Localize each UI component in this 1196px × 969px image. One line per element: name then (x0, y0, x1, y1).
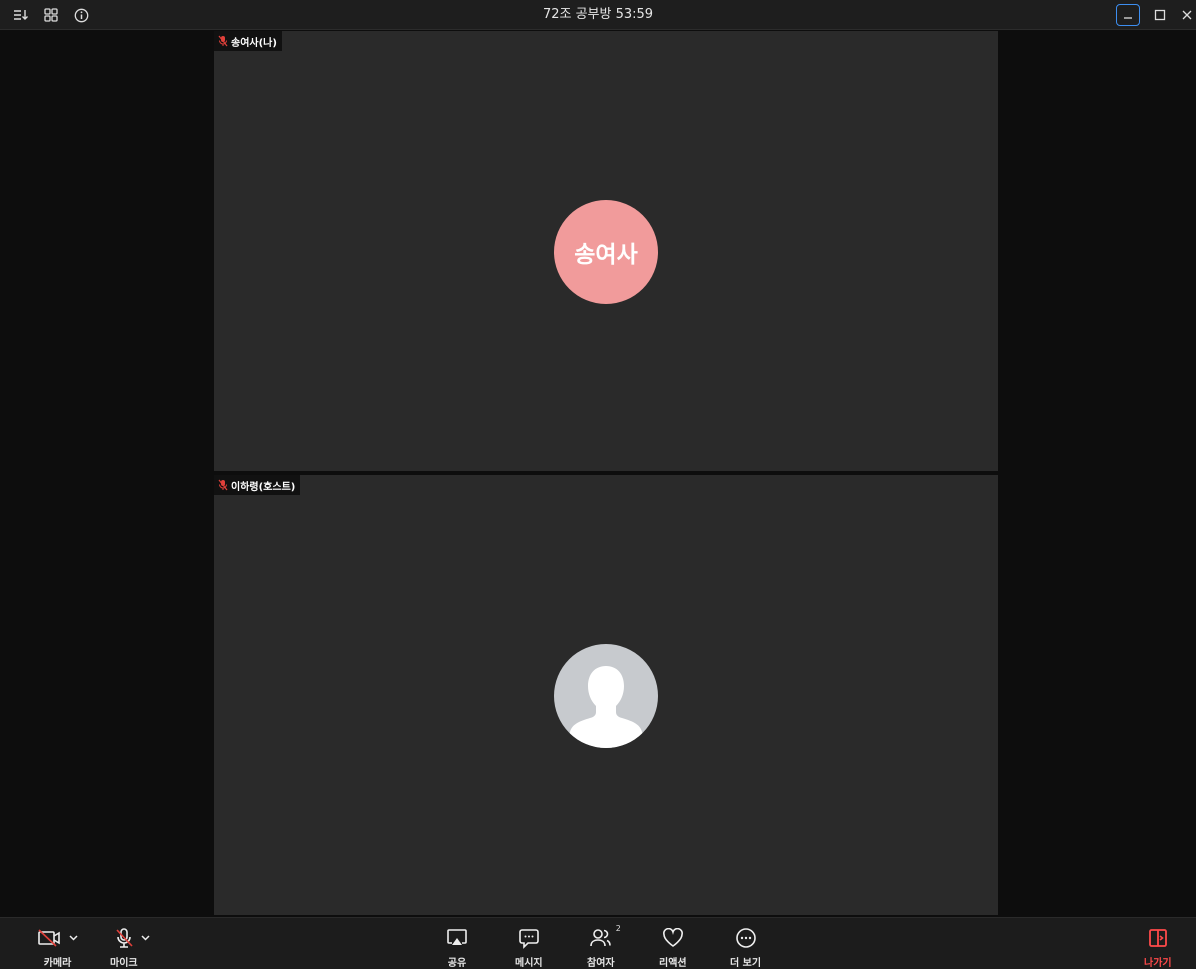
window-controls (1116, 0, 1196, 30)
mic-off-icon (116, 928, 133, 948)
avatar: 송여사 (554, 200, 658, 304)
reaction-button[interactable]: 리액션 (659, 924, 687, 969)
avatar (554, 644, 658, 748)
participant-name: 이하령(호스트) (231, 481, 296, 493)
mic-off-icon (218, 479, 228, 491)
mic-label: 마이크 (110, 958, 138, 969)
message-button[interactable]: 메시지 (515, 924, 543, 969)
share-label: 공유 (447, 958, 467, 969)
camera-off-icon (38, 929, 60, 947)
camera-button[interactable]: 카메라 (37, 924, 78, 969)
participants-icon (589, 929, 611, 947)
default-user-icon (569, 666, 643, 748)
chevron-down-icon[interactable] (69, 935, 78, 941)
chevron-down-icon[interactable] (141, 935, 150, 941)
video-tile-self[interactable]: 송여사(나) 송여사 (214, 31, 998, 471)
participants-count: 2 (615, 924, 621, 933)
reaction-label: 리액션 (659, 958, 687, 969)
participant-name-tag: 이하령(호스트) (214, 475, 301, 495)
title-bar: 72조 공부방 53:59 (0, 0, 1196, 30)
minimize-button[interactable] (1116, 4, 1140, 26)
close-button[interactable] (1178, 4, 1196, 26)
leave-label: 나가기 (1144, 958, 1172, 969)
avatar-initials: 송여사 (574, 242, 638, 268)
camera-label: 카메라 (43, 958, 72, 969)
chat-icon (518, 929, 539, 949)
close-icon (1182, 10, 1192, 20)
minimize-icon (1124, 17, 1132, 19)
participants-button[interactable]: 2 참여자 (587, 924, 621, 969)
maximize-button[interactable] (1148, 4, 1172, 26)
participant-name-tag: 송여사(나) (214, 31, 282, 51)
maximize-icon (1154, 9, 1166, 21)
share-screen-icon (447, 929, 467, 945)
meeting-title: 72조 공부방 53:59 (542, 7, 654, 22)
more-button[interactable]: 더 보기 (730, 924, 761, 969)
video-tile-host[interactable]: 이하령(호스트) (214, 475, 998, 915)
share-button[interactable]: 공유 (446, 924, 468, 969)
leave-button[interactable]: 나가기 (1144, 924, 1172, 969)
more-icon (735, 928, 756, 948)
participant-name: 송여사(나) (231, 37, 277, 49)
message-label: 메시지 (515, 958, 543, 969)
more-label: 더 보기 (730, 958, 762, 969)
participants-label: 참여자 (587, 958, 615, 969)
leave-icon (1148, 929, 1167, 947)
mic-button[interactable]: 마이크 (110, 924, 153, 969)
meeting-toolbar: 카메라 마이크 공유 메시지 2 참여자 리액션 더 보기 나가기 (0, 917, 1196, 969)
heart-icon (662, 928, 683, 947)
mic-off-icon (218, 35, 228, 47)
